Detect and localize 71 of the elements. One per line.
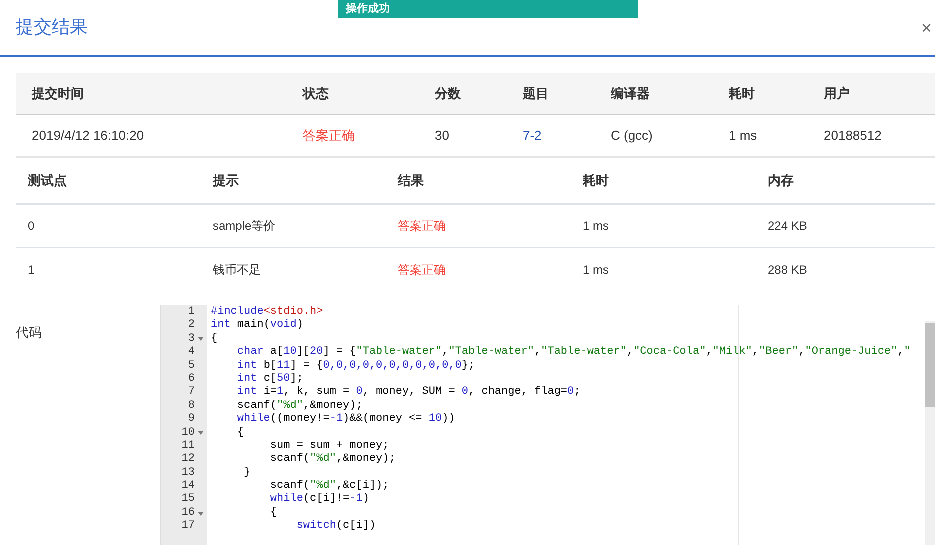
column-header: 提交时间 <box>32 84 85 103</box>
status-text: 答案正确 <box>398 218 447 235</box>
column-header: 编译器 <box>611 84 651 103</box>
column-header: 耗时 <box>729 84 756 103</box>
code-line: int main(void) <box>210 319 304 333</box>
scrollbar[interactable] <box>925 321 935 545</box>
toast-message: 操作成功 <box>338 0 638 18</box>
line-number: 3 <box>187 332 195 346</box>
table-cell-text: 224 KB <box>768 218 808 235</box>
line-number: 8 <box>187 400 195 414</box>
line-number: 4 <box>187 346 195 360</box>
column-header: 题目 <box>523 84 550 103</box>
code-line: while(c[i]!=-1) <box>269 493 370 507</box>
code-line: scanf("%d",&money); <box>269 453 396 467</box>
line-number: 11 <box>180 440 195 454</box>
line-number: 9 <box>187 413 195 427</box>
column-header: 耗时 <box>583 172 610 190</box>
line-number: 5 <box>187 360 195 373</box>
line-number: 16 <box>180 506 195 520</box>
line-number: 7 <box>187 386 195 400</box>
dialog-title: 提交结果 <box>16 16 88 39</box>
code-line: scanf("%d",&c[i]); <box>269 480 390 493</box>
code-line: } <box>243 466 251 480</box>
table-cell-text: 1 ms <box>583 218 610 235</box>
code-line: int b[11] = {0,0,0,0,0,0,0,0,0,0,0}; <box>236 360 476 373</box>
line-number: 15 <box>180 493 195 507</box>
line-number: 10 <box>180 426 195 440</box>
column-header: 测试点 <box>28 172 68 190</box>
code-line: while((money!=-1)&&(money <= 10)) <box>236 413 456 427</box>
table-cell-text: 30 <box>435 126 450 145</box>
code-line: sum = sum + money; <box>269 440 390 453</box>
line-number: 12 <box>180 453 195 467</box>
line-number: 1 <box>187 306 195 320</box>
line-number: 6 <box>187 372 195 386</box>
fold-icon[interactable] <box>198 337 204 342</box>
close-button[interactable]: × <box>921 18 932 36</box>
column-header: 分数 <box>435 84 462 103</box>
column-header: 结果 <box>398 172 425 190</box>
code-line: int i=1, k, sum = 0, money, SUM = 0, change, flag=0; <box>236 386 581 400</box>
column-header: 状态 <box>303 84 330 103</box>
table-cell-text: 1 <box>28 262 36 278</box>
column-header: 用户 <box>824 84 851 103</box>
code-line: { <box>236 426 244 440</box>
code-line: { <box>269 506 278 520</box>
fold-icon[interactable] <box>198 431 204 436</box>
line-number: 13 <box>180 466 195 480</box>
table-cell-text: 1 ms <box>583 262 610 278</box>
table-cell-text: 20188512 <box>824 126 883 145</box>
table-cell-text: C (gcc) <box>611 126 654 145</box>
code-line: char a[10][20] = {"Table-water","Table-water","Table-water","Coca-Cola","Milk","Beer","Orange-Juice"," <box>236 346 911 360</box>
code-label: 代码 <box>15 324 43 342</box>
status-text: 答案正确 <box>398 262 447 278</box>
table-cell-text: 288 KB <box>768 262 808 278</box>
column-header: 内存 <box>768 172 795 190</box>
code-line: #include<stdio.h> <box>210 306 324 319</box>
table-cell-text: 1 ms <box>729 126 758 145</box>
line-number: 14 <box>180 480 195 494</box>
code-line: { <box>210 332 218 346</box>
table-cell-text: 0 <box>28 218 36 235</box>
table-cell-text: 2019/4/12 16:10:20 <box>32 126 146 145</box>
column-header: 提示 <box>213 172 240 190</box>
table-cell-text: sample等价 <box>213 218 277 235</box>
code-line: switch(c[i]) <box>296 520 376 534</box>
problem-link[interactable]: 7-2 <box>523 126 611 146</box>
line-number: 17 <box>180 520 195 534</box>
code-line: scanf("%d",&money); <box>236 400 363 413</box>
code-line: int c[50]; <box>236 372 304 386</box>
status-text: 答案正确 <box>303 126 356 145</box>
fold-icon[interactable] <box>198 512 204 516</box>
table-cell-text: 钱币不足 <box>213 262 262 278</box>
line-number: 2 <box>187 319 195 333</box>
